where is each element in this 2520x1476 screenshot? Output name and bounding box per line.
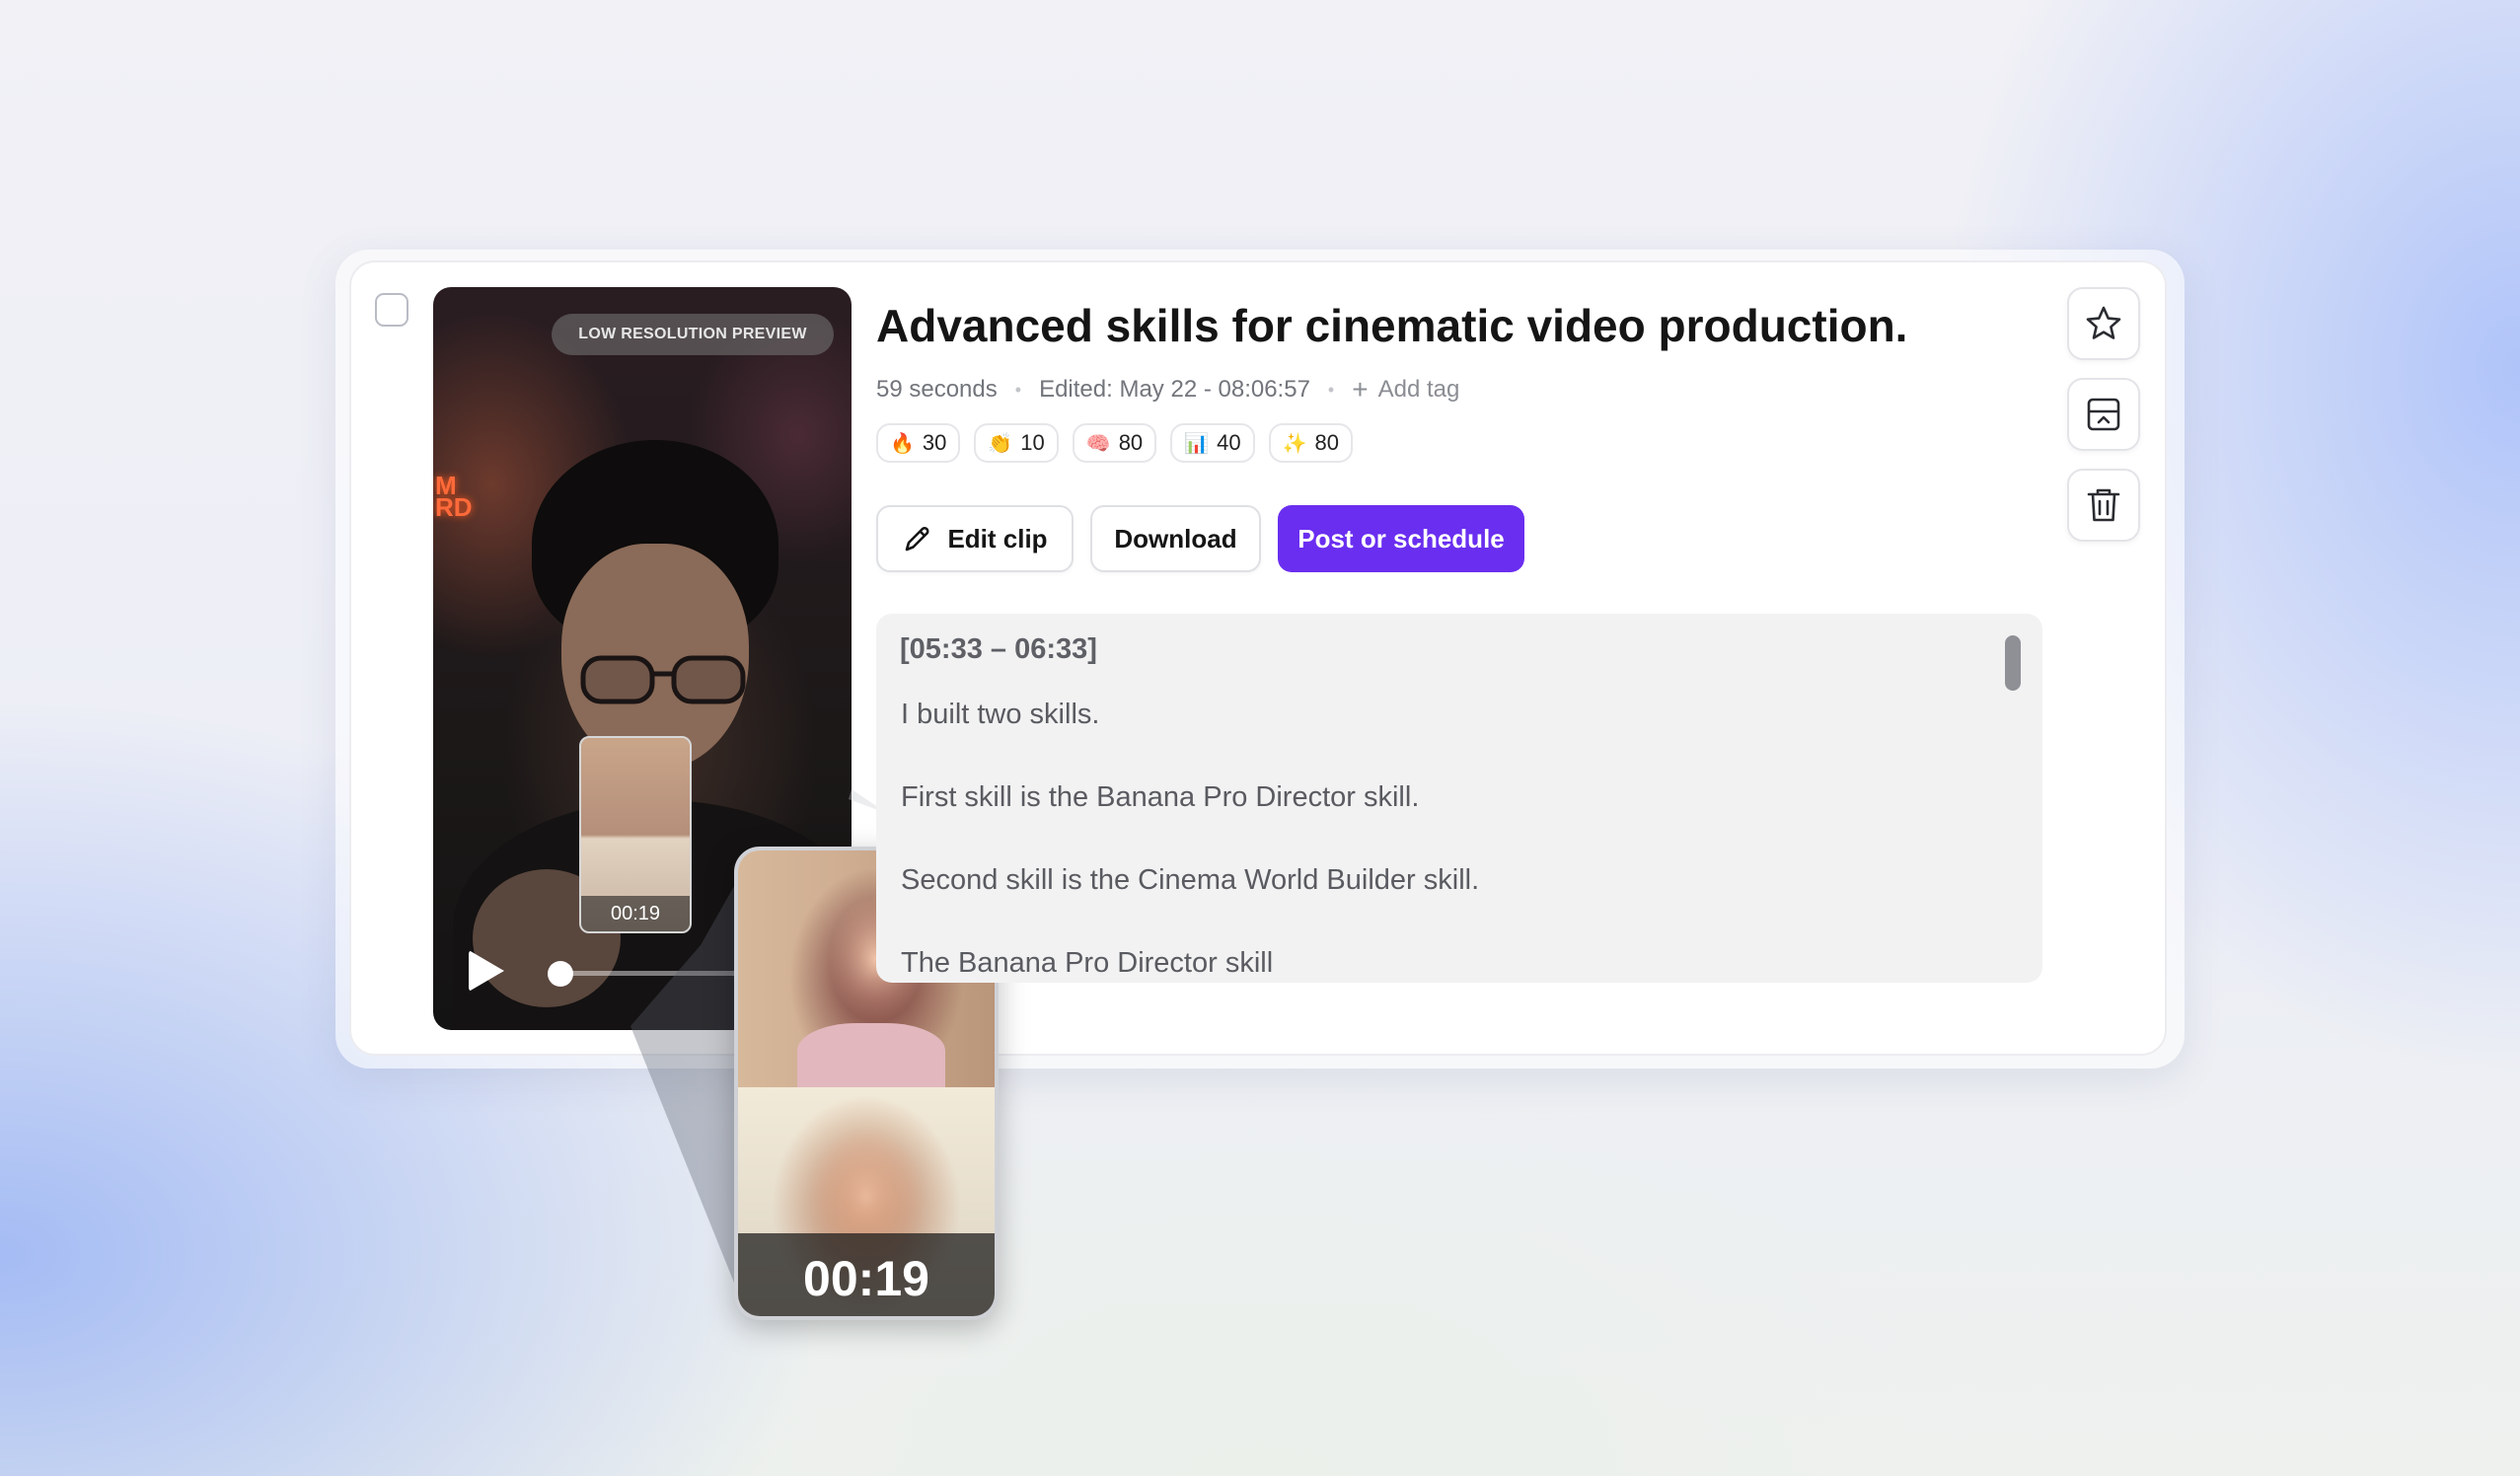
neon-sign: M RD: [435, 471, 473, 522]
favorite-button[interactable]: [2067, 287, 2140, 360]
score-chip: 🧠 80: [1072, 423, 1157, 463]
select-checkbox[interactable]: [375, 293, 408, 327]
zoomed-clip-time: 00:19: [738, 1233, 995, 1316]
video-progress-knob[interactable]: [548, 961, 573, 987]
transcript-line: Second skill is the Cinema World Builder…: [901, 864, 1480, 896]
score-value: 30: [922, 430, 947, 455]
trash-icon: [2087, 488, 2120, 522]
clap-icon: 👏: [988, 432, 1013, 455]
score-chip: 📊 40: [1170, 423, 1255, 463]
transcript-line: The Banana Pro Director skill: [901, 947, 1274, 979]
add-tag-button[interactable]: + Add tag: [1352, 374, 1459, 406]
transcript-line: First skill is the Banana Pro Director s…: [901, 781, 1420, 813]
edit-clip-label: Edit clip: [947, 523, 1048, 554]
zoomed-clip-bottom-frame: 00:19: [738, 1087, 995, 1316]
edit-clip-button[interactable]: Edit clip: [876, 505, 1074, 572]
meta-separator: •: [1327, 379, 1335, 400]
score-chip: 👏 10: [974, 423, 1059, 463]
bar-chart-icon: 📊: [1184, 432, 1210, 455]
delete-button[interactable]: [2067, 469, 2140, 542]
score-value: 80: [1118, 430, 1144, 455]
score-value: 40: [1217, 430, 1241, 455]
add-tag-label: Add tag: [1377, 376, 1460, 403]
download-button[interactable]: Download: [1090, 505, 1261, 572]
brain-icon: 🧠: [1085, 432, 1111, 455]
glasses-graphic: [580, 655, 746, 704]
pencil-icon: [906, 527, 929, 552]
transcript-panel[interactable]: [05:33 – 06:33] I built two skills. Firs…: [876, 614, 2042, 983]
clip-duration: 59 seconds: [876, 376, 998, 403]
post-or-schedule-button[interactable]: Post or schedule: [1278, 505, 1524, 572]
star-icon: [2086, 306, 2121, 339]
sparkles-icon: ✨: [1282, 432, 1307, 455]
archive-button[interactable]: [2067, 378, 2140, 451]
clip-title: Advanced skills for cinematic video prod…: [876, 300, 1908, 351]
score-value: 10: [1020, 430, 1045, 455]
fire-icon: 🔥: [890, 432, 915, 455]
transcript-scrollbar[interactable]: [2005, 635, 2021, 691]
meta-separator: •: [1014, 379, 1022, 400]
embedded-clip-thumbnail: 00:19: [579, 736, 692, 933]
play-icon[interactable]: [469, 950, 504, 992]
score-value: 80: [1314, 430, 1339, 455]
archive-icon: [2087, 398, 2120, 431]
transcript-line: I built two skills.: [901, 699, 1100, 730]
score-chip: ✨ 80: [1268, 423, 1353, 463]
plus-icon: +: [1352, 374, 1369, 405]
score-chip: 🔥 30: [876, 423, 961, 463]
clip-edited-time: Edited: May 22 - 08:06:57: [1039, 376, 1310, 403]
embedded-clip-time: 00:19: [581, 896, 690, 931]
low-resolution-badge: LOW RESOLUTION PREVIEW: [552, 314, 834, 355]
score-chips: 🔥 30 👏 10 🧠 80 📊 40 ✨ 80: [876, 423, 1367, 463]
clip-meta: 59 seconds • Edited: May 22 - 08:06:57 •…: [876, 373, 1459, 406]
zoomed-clip-shirt: [797, 1023, 945, 1092]
transcript-time-range: [05:33 – 06:33]: [900, 633, 1097, 665]
